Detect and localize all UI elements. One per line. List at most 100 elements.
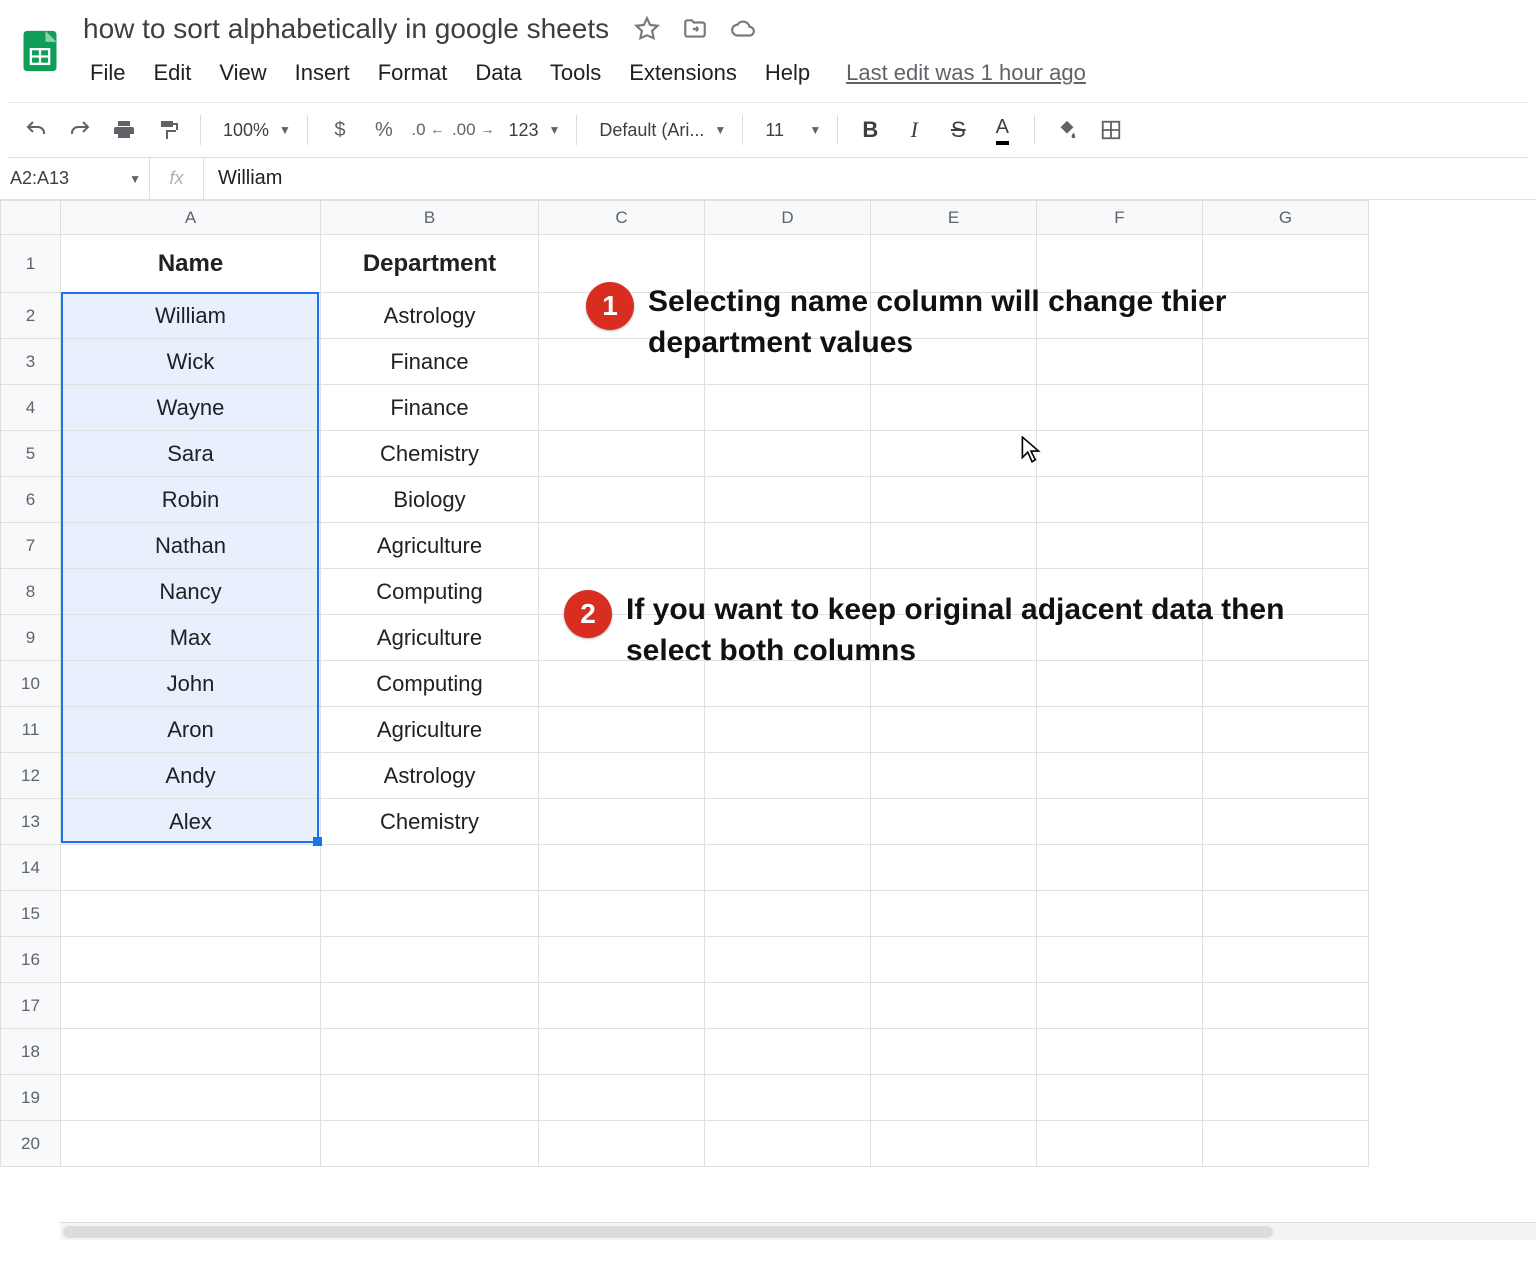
borders-button[interactable]: [1091, 110, 1131, 150]
cell-B3[interactable]: Finance: [321, 339, 539, 385]
cell-C20[interactable]: [539, 1121, 705, 1167]
row-header-12[interactable]: 12: [1, 753, 61, 799]
column-header-G[interactable]: G: [1203, 201, 1369, 235]
cell-G17[interactable]: [1203, 983, 1369, 1029]
cell-E5[interactable]: [871, 431, 1037, 477]
column-header-A[interactable]: A: [61, 201, 321, 235]
cell-D5[interactable]: [705, 431, 871, 477]
font-size-dropdown[interactable]: 11▼: [755, 110, 825, 150]
currency-button[interactable]: $: [320, 110, 360, 150]
cell-D19[interactable]: [705, 1075, 871, 1121]
strikethrough-button[interactable]: S: [938, 110, 978, 150]
cell-F6[interactable]: [1037, 477, 1203, 523]
cell-C19[interactable]: [539, 1075, 705, 1121]
row-header-1[interactable]: 1: [1, 235, 61, 293]
cell-B20[interactable]: [321, 1121, 539, 1167]
name-box-caret-icon[interactable]: ▼: [129, 172, 141, 186]
cell-F15[interactable]: [1037, 891, 1203, 937]
cell-E12[interactable]: [871, 753, 1037, 799]
cell-A15[interactable]: [61, 891, 321, 937]
cell-E16[interactable]: [871, 937, 1037, 983]
menu-data[interactable]: Data: [461, 54, 535, 92]
cell-F9[interactable]: [1037, 615, 1203, 661]
print-button[interactable]: [104, 110, 144, 150]
zoom-dropdown[interactable]: 100%▼: [213, 110, 295, 150]
menu-insert[interactable]: Insert: [281, 54, 364, 92]
cell-B13[interactable]: Chemistry: [321, 799, 539, 845]
column-header-D[interactable]: D: [705, 201, 871, 235]
cell-C1[interactable]: [539, 235, 705, 293]
cell-E19[interactable]: [871, 1075, 1037, 1121]
cell-G4[interactable]: [1203, 385, 1369, 431]
cell-C10[interactable]: [539, 661, 705, 707]
cell-G5[interactable]: [1203, 431, 1369, 477]
cell-B12[interactable]: Astrology: [321, 753, 539, 799]
percent-button[interactable]: %: [364, 110, 404, 150]
cell-C14[interactable]: [539, 845, 705, 891]
cell-G14[interactable]: [1203, 845, 1369, 891]
cell-F14[interactable]: [1037, 845, 1203, 891]
cell-B18[interactable]: [321, 1029, 539, 1075]
row-header-20[interactable]: 20: [1, 1121, 61, 1167]
paint-format-button[interactable]: [148, 110, 188, 150]
cell-D12[interactable]: [705, 753, 871, 799]
cell-D20[interactable]: [705, 1121, 871, 1167]
cell-E7[interactable]: [871, 523, 1037, 569]
cell-G8[interactable]: [1203, 569, 1369, 615]
row-header-6[interactable]: 6: [1, 477, 61, 523]
cell-F1[interactable]: [1037, 235, 1203, 293]
fill-color-button[interactable]: [1047, 110, 1087, 150]
cell-A5[interactable]: Sara: [61, 431, 321, 477]
cell-A4[interactable]: Wayne: [61, 385, 321, 431]
cell-C15[interactable]: [539, 891, 705, 937]
cell-B8[interactable]: Computing: [321, 569, 539, 615]
column-header-C[interactable]: C: [539, 201, 705, 235]
cell-G16[interactable]: [1203, 937, 1369, 983]
menu-tools[interactable]: Tools: [536, 54, 615, 92]
cell-F5[interactable]: [1037, 431, 1203, 477]
cell-E18[interactable]: [871, 1029, 1037, 1075]
cell-D15[interactable]: [705, 891, 871, 937]
menu-edit[interactable]: Edit: [139, 54, 205, 92]
star-icon[interactable]: [634, 16, 660, 42]
cell-F17[interactable]: [1037, 983, 1203, 1029]
menu-view[interactable]: View: [205, 54, 280, 92]
cell-C2[interactable]: [539, 293, 705, 339]
cell-C5[interactable]: [539, 431, 705, 477]
row-header-19[interactable]: 19: [1, 1075, 61, 1121]
cell-B9[interactable]: Agriculture: [321, 615, 539, 661]
cell-A12[interactable]: Andy: [61, 753, 321, 799]
cell-D3[interactable]: [705, 339, 871, 385]
cell-E13[interactable]: [871, 799, 1037, 845]
last-edit-link[interactable]: Last edit was 1 hour ago: [846, 60, 1086, 86]
font-family-dropdown[interactable]: Default (Ari...▼: [589, 110, 730, 150]
cell-E1[interactable]: [871, 235, 1037, 293]
cell-G19[interactable]: [1203, 1075, 1369, 1121]
menu-help[interactable]: Help: [751, 54, 824, 92]
cell-B7[interactable]: Agriculture: [321, 523, 539, 569]
cell-A3[interactable]: Wick: [61, 339, 321, 385]
row-header-13[interactable]: 13: [1, 799, 61, 845]
cell-E9[interactable]: [871, 615, 1037, 661]
select-all-corner[interactable]: [1, 201, 61, 235]
cell-F19[interactable]: [1037, 1075, 1203, 1121]
cell-A19[interactable]: [61, 1075, 321, 1121]
cell-F12[interactable]: [1037, 753, 1203, 799]
cell-E10[interactable]: [871, 661, 1037, 707]
cell-G13[interactable]: [1203, 799, 1369, 845]
text-color-button[interactable]: A: [982, 110, 1022, 150]
cell-D1[interactable]: [705, 235, 871, 293]
cell-C12[interactable]: [539, 753, 705, 799]
redo-button[interactable]: [60, 110, 100, 150]
cell-D13[interactable]: [705, 799, 871, 845]
cell-B2[interactable]: Astrology: [321, 293, 539, 339]
cell-D10[interactable]: [705, 661, 871, 707]
cell-D17[interactable]: [705, 983, 871, 1029]
bold-button[interactable]: B: [850, 110, 890, 150]
cell-G6[interactable]: [1203, 477, 1369, 523]
cell-B16[interactable]: [321, 937, 539, 983]
cell-E6[interactable]: [871, 477, 1037, 523]
cell-F3[interactable]: [1037, 339, 1203, 385]
row-header-7[interactable]: 7: [1, 523, 61, 569]
increase-decimal-button[interactable]: .00 →: [452, 110, 495, 150]
